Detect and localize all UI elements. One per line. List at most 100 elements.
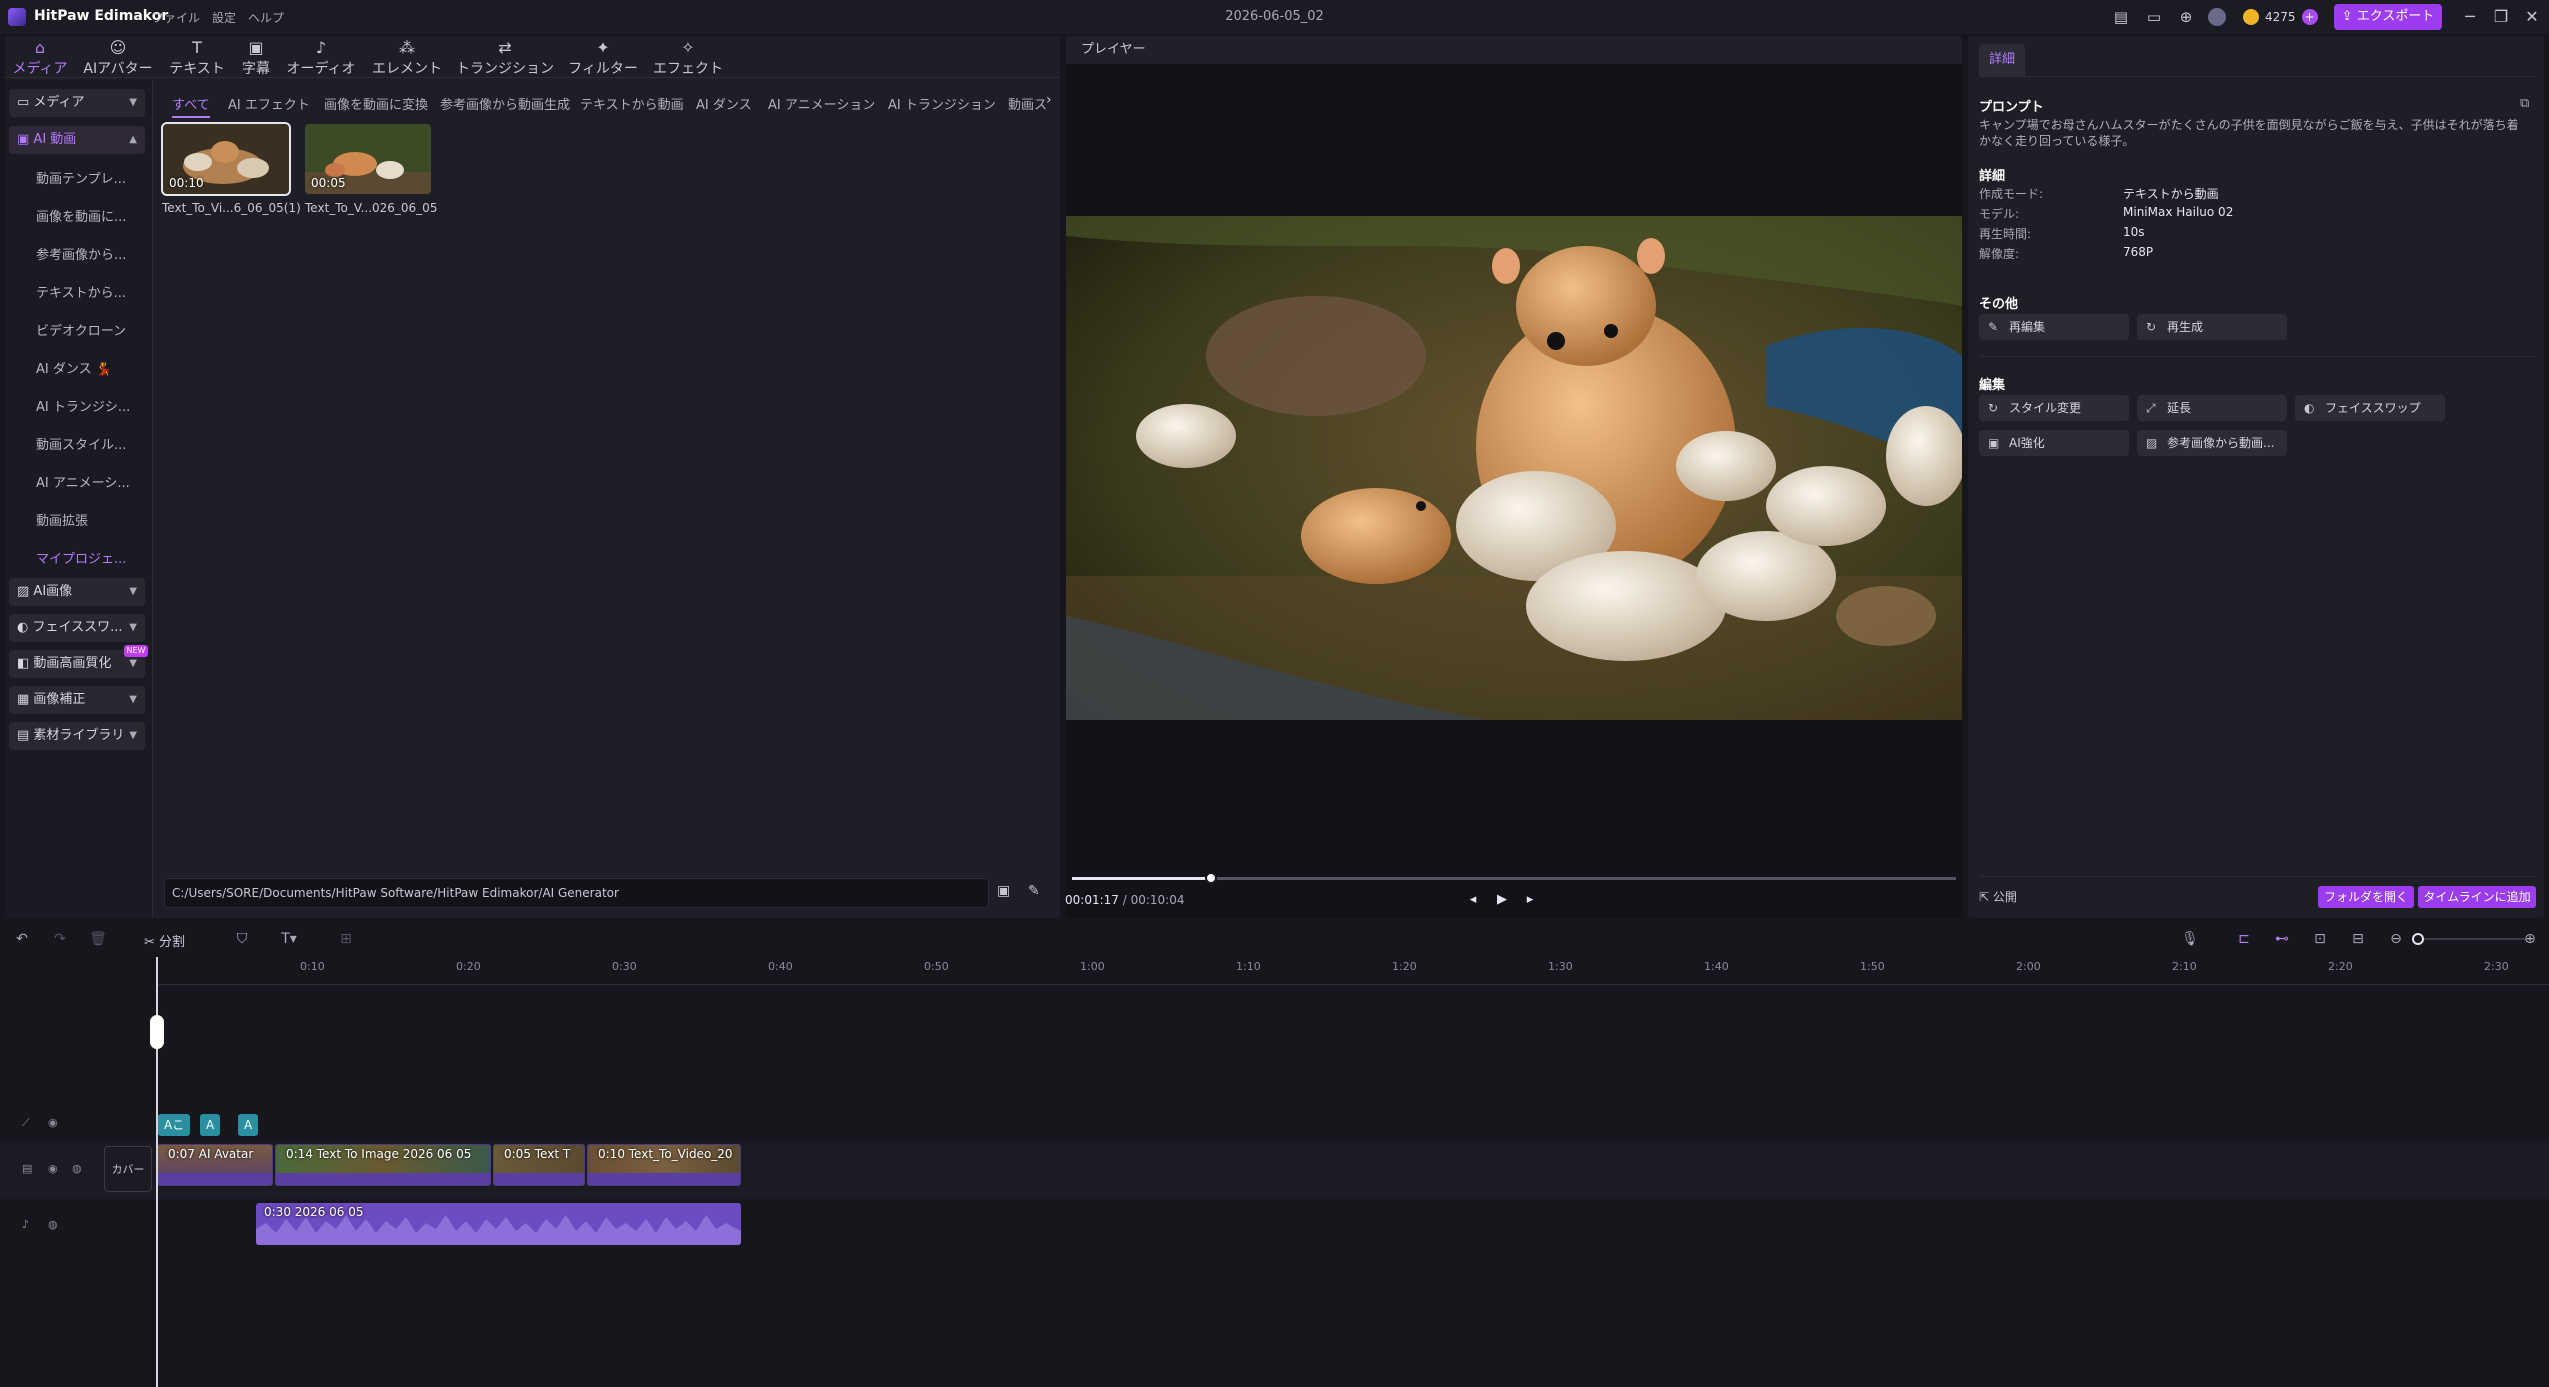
fit-icon[interactable]: ⊡ [2310,929,2330,949]
filter-tab-ai-effect[interactable]: AI エフェクト [228,94,310,113]
eye-icon[interactable]: ◉ [48,1162,58,1175]
media-thumbnail[interactable]: 00:05 [305,124,431,194]
sidebar-group-media[interactable]: ▭ メディア ▼ [9,89,145,117]
filter-tab-ai-transition[interactable]: AI トランジション [888,94,996,113]
credits-display[interactable]: 4275 + [2243,6,2318,28]
mute-icon[interactable]: ◍ [72,1162,82,1175]
open-folder-icon[interactable]: ▣ [997,883,1010,899]
split-button[interactable]: ✂ 分割 [144,931,185,950]
chevron-right-icon[interactable]: › [1046,92,1052,108]
sidebar-item-ai-dance[interactable]: AI ダンス 💃 [36,358,112,377]
undo-icon[interactable]: ↶ [12,929,32,949]
tab-details[interactable]: 詳細 [1979,44,2025,76]
timeline-clip[interactable]: 0:10 Text_To_Video_20 [587,1144,741,1186]
sidebar-group-image-fix[interactable]: ▦ 画像補正 ▼ [9,686,145,714]
feedback-icon[interactable]: ▭ [2145,8,2163,26]
tab-audio[interactable]: ♪ オーディオ [286,38,356,78]
timeline-clip[interactable]: 0:14 Text To Image 2026 06 05 [275,1144,491,1186]
reedit-button[interactable]: ✎ 再編集 [1979,314,2129,340]
minimize-icon[interactable]: ─ [2459,6,2481,28]
sidebar-item-ai-animation[interactable]: AI アニメーシ... [36,472,130,491]
sidebar-item-reference-image[interactable]: 参考画像から... [36,244,126,263]
sidebar-group-library[interactable]: ▤ 素材ライブラリ ▼ [9,722,145,750]
sidebar-group-ai-image[interactable]: ▨ AI画像 ▼ [9,578,145,606]
tab-media[interactable]: ⌂ メディア [12,38,68,78]
previous-frame-icon[interactable]: ◂ [1463,890,1483,910]
progress-handle[interactable] [1205,872,1217,884]
sidebar-item-video-style[interactable]: 動画スタイル... [36,434,126,453]
style-change-button[interactable]: ↻ スタイル変更 [1979,395,2129,421]
path-field[interactable]: C:/Users/SORE/Documents/HitPaw Software/… [164,878,989,908]
layout-icon[interactable]: ▤ [2112,8,2130,26]
avatar[interactable] [2208,8,2226,26]
timeline-clip[interactable]: 0:07 AI Avatar [157,1144,273,1186]
sidebar-item-ai-transition[interactable]: AI トランジシ... [36,396,130,415]
subtitle-clip[interactable]: Aこ [158,1114,191,1136]
tab-effect[interactable]: ✧ エフェクト [652,38,724,78]
play-icon[interactable]: ▶ [1492,890,1512,910]
delete-icon[interactable]: 🗑 [88,929,108,949]
ruler-tick: 1:40 [1704,960,1729,973]
redo-icon[interactable]: ↷ [50,929,70,949]
preview-icon[interactable]: ⊟ [2348,929,2368,949]
face-swap-button[interactable]: ◐ フェイススワップ [2295,395,2445,421]
extend-button[interactable]: ⤢ 延長 [2137,395,2287,421]
export-button[interactable]: ⇪ エクスポート [2334,4,2442,30]
reference-video-button[interactable]: ▨ 参考画像から動画... [2137,430,2287,456]
sidebar-item-my-projects[interactable]: マイプロジェ... [36,548,126,567]
filter-tab-reference[interactable]: 参考画像から動画生成 [440,94,570,113]
shield-icon[interactable]: ⛉ [232,929,252,949]
magnet-icon[interactable]: ⊏ [2234,929,2254,949]
timeline-clip[interactable]: 0:05 Text T [493,1144,585,1186]
playhead-handle[interactable] [150,1015,164,1049]
filter-tab-video-style[interactable]: 動画ス [1008,94,1047,113]
eye-icon[interactable]: ◉ [48,1116,58,1129]
filter-tab-ai-dance[interactable]: AI ダンス [696,94,752,113]
zoom-in-icon[interactable]: ⊕ [2520,929,2540,949]
maximize-icon[interactable]: ❐ [2490,6,2512,28]
time-readout: 00:01:17 / 00:10:04 [1065,893,1184,907]
mute-icon[interactable]: ◍ [48,1218,58,1231]
filter-tab-image-to-video[interactable]: 画像を動画に変換 [324,94,428,113]
regenerate-button[interactable]: ↻ 再生成 [2137,314,2287,340]
cover-button[interactable]: カバー [104,1146,152,1192]
sidebar-item-text-to-video[interactable]: テキストから... [36,282,126,301]
zoom-handle[interactable] [2412,933,2424,945]
microphone-icon[interactable]: 🎙 [2180,929,2200,949]
tab-ai-avatar[interactable]: ☺ AIアバター [80,38,156,78]
tab-subtitle[interactable]: ▣ 字幕 [234,38,278,78]
ai-enhance-button[interactable]: ▣ AI強化 [1979,430,2129,456]
media-thumbnail[interactable]: 00:10 [161,122,291,196]
download-icon[interactable]: ⊕ [2177,8,2195,26]
publish-button[interactable]: ⇱ 公開 [1979,886,2017,908]
sidebar-group-ai-video[interactable]: ▣ AI 動画 ▲ [9,126,145,154]
subtitle-clip[interactable]: A [200,1114,221,1136]
close-icon[interactable]: ✕ [2521,6,2543,28]
filter-tab-ai-animation[interactable]: AI アニメーション [768,94,875,113]
sidebar-item-video-clone[interactable]: ビデオクローン [36,320,126,339]
zoom-out-icon[interactable]: ⊖ [2386,929,2406,949]
tab-transition[interactable]: ⇄ トランジション [456,38,554,78]
next-frame-icon[interactable]: ▸ [1520,890,1540,910]
copy-icon[interactable]: ⧉ [2520,96,2529,111]
audio-clip[interactable]: 0:30 2026 06 05 [256,1203,741,1245]
zoom-slider[interactable] [2412,938,2526,940]
text-dropdown-icon[interactable]: T▾ [272,929,306,949]
subtitle-clip[interactable]: A [238,1114,259,1136]
sidebar-group-face-swap[interactable]: ◐ フェイススワ... ▼ [9,614,145,642]
video-preview[interactable] [1066,216,1962,720]
filter-tab-text-to-video[interactable]: テキストから動画 [580,94,684,113]
sidebar-item-video-template[interactable]: 動画テンプレ... [36,168,126,187]
link-icon[interactable]: ⊷ [2272,929,2292,949]
tab-element[interactable]: ⁂ エレメント [370,38,444,78]
sidebar-item-video-extend[interactable]: 動画拡張 [36,510,88,529]
add-to-timeline-button[interactable]: タイムラインに追加 [2418,886,2536,908]
crop-icon[interactable]: ⊞ [336,929,356,949]
filter-tab-all[interactable]: すべて [172,94,210,118]
tab-text[interactable]: T テキスト [166,38,228,78]
sidebar-item-image-to-video[interactable]: 画像を動画に... [36,206,126,225]
open-folder-button[interactable]: フォルダを開く [2318,886,2414,908]
add-credits-icon[interactable]: + [2301,9,2318,25]
edit-path-icon[interactable]: ✎ [1028,883,1040,899]
tab-filter[interactable]: ✦ フィルター [566,38,640,78]
